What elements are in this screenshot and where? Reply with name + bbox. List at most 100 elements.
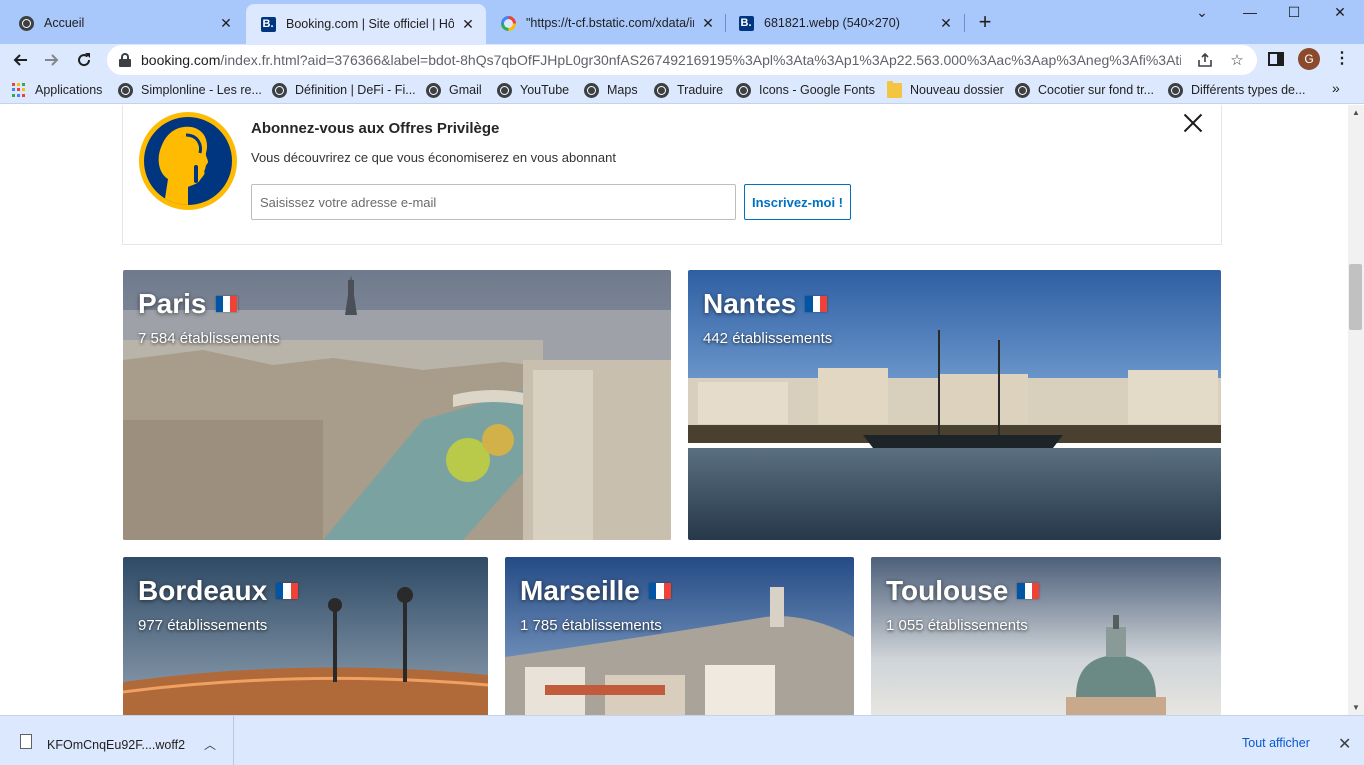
chevron-up-icon[interactable]: ︿ [204, 736, 216, 753]
close-tab-icon[interactable]: ✕ [700, 15, 716, 31]
city-name: Bordeaux [138, 575, 268, 606]
globe-icon [736, 82, 751, 98]
scroll-down-icon[interactable]: ▼ [1350, 703, 1362, 713]
booking-icon: B. [738, 15, 754, 31]
bookmark-gmail[interactable]: Gmail [426, 81, 482, 99]
close-window-button[interactable]: ✕ [1318, 4, 1362, 24]
city-name: Nantes [703, 288, 797, 319]
banner-title: Abonnez-vous aux Offres Privilège [251, 120, 500, 137]
property-count: 1 785 établissements [520, 617, 662, 634]
new-tab-button[interactable]: + [974, 11, 996, 34]
property-count: 977 établissements [138, 617, 268, 634]
bookmark-label: Cocotier sur fond tr... [1038, 83, 1155, 97]
property-count: 1 055 établissements [886, 617, 1028, 634]
destination-card-marseille[interactable]: Marseille 1 785 établissements [505, 557, 854, 715]
google-icon [500, 15, 516, 31]
bookmark-simplonline[interactable]: Simplonline - Les re... [118, 81, 262, 99]
bookmark-label: Icons - Google Fonts [759, 83, 876, 97]
bookmark-label: Simplonline - Les re... [141, 83, 262, 97]
france-flag-icon [276, 583, 299, 599]
banner-subtitle: Vous découvrirez ce que vous économisere… [251, 150, 616, 165]
star-icon[interactable]: ☆ [1228, 51, 1246, 69]
bookmark-definition[interactable]: Définition | DeFi - Fi... [272, 81, 416, 99]
side-panel-icon[interactable] [1268, 52, 1284, 66]
tab-separator [964, 14, 965, 32]
bookmark-label: Gmail [449, 83, 482, 97]
globe-icon [654, 82, 669, 98]
url-text[interactable]: booking.com/index.fr.html?aid=376366&lab… [141, 52, 1181, 68]
page-scrollbar[interactable] [1348, 105, 1364, 715]
close-icon[interactable]: ✕ [1338, 734, 1351, 754]
browser-toolbar: booking.com/index.fr.html?aid=376366&lab… [0, 44, 1364, 76]
bookmark-youtube[interactable]: YouTube [497, 81, 569, 99]
subscribe-button[interactable]: Inscrivez-moi ! [744, 184, 851, 220]
apps-grid-icon [12, 82, 27, 98]
subscription-banner: Abonnez-vous aux Offres Privilège Vous d… [122, 105, 1222, 245]
tab-bstatic[interactable]: "https://t-cf.bstatic.com/xdata/im ✕ [486, 6, 726, 40]
scrollbar-thumb[interactable] [1349, 264, 1362, 330]
close-tab-icon[interactable]: ✕ [460, 16, 476, 32]
bookmark-label: Maps [607, 83, 638, 97]
globe-icon [118, 82, 133, 98]
tab-search-icon[interactable]: ⌄ [1180, 4, 1224, 24]
france-flag-icon [805, 296, 828, 312]
close-icon[interactable] [1181, 111, 1205, 135]
tab-title: 681821.webp (540×270) [764, 16, 900, 30]
city-name: Paris [138, 288, 207, 319]
download-item[interactable]: KFOmCnqEu92F....woff2 ︿ [0, 716, 234, 765]
city-name: Marseille [520, 575, 640, 606]
bookmarks-bar: Applications Simplonline - Les re... Déf… [0, 76, 1364, 104]
tab-webp[interactable]: B. 681821.webp (540×270) ✕ [724, 6, 964, 40]
reload-icon[interactable] [71, 47, 97, 73]
minimize-button[interactable]: — [1228, 4, 1272, 24]
destination-card-paris[interactable]: Paris 7 584 établissements [123, 270, 671, 540]
forward-icon[interactable] [39, 47, 65, 73]
scroll-up-icon[interactable]: ▲ [1350, 108, 1362, 118]
file-icon [20, 734, 32, 749]
bookmarks-overflow-icon[interactable]: » [1332, 80, 1340, 96]
tab-booking[interactable]: B. Booking.com | Site officiel | Hôtel ✕ [246, 4, 486, 44]
france-flag-icon [648, 583, 671, 599]
destination-card-bordeaux[interactable]: Bordeaux 977 établissements [123, 557, 488, 715]
close-tab-icon[interactable]: ✕ [218, 15, 234, 31]
bookmark-label: Nouveau dossier [910, 83, 1004, 97]
show-all-downloads-button[interactable]: Tout afficher [1242, 736, 1310, 750]
email-field[interactable] [251, 184, 736, 220]
city-name: Toulouse [886, 575, 1009, 606]
tab-accueil[interactable]: Accueil ✕ [4, 6, 244, 40]
tab-title: Accueil [44, 16, 85, 30]
globe-icon [426, 82, 441, 98]
bookmark-label: Applications [35, 83, 103, 97]
back-icon[interactable] [7, 47, 33, 73]
bookmark-cocotier[interactable]: Cocotier sur fond tr... [1015, 81, 1154, 99]
lock-icon[interactable] [119, 53, 131, 67]
france-flag-icon [215, 296, 238, 312]
property-count: 7 584 établissements [138, 330, 280, 347]
bookmark-label: Traduire [677, 83, 724, 97]
property-count: 442 établissements [703, 330, 833, 347]
bookmark-label: Différents types de... [1191, 83, 1306, 97]
globe-icon [1015, 82, 1030, 98]
bookmark-differents-types[interactable]: Différents types de... [1168, 81, 1305, 99]
maximize-button[interactable]: ☐ [1272, 4, 1316, 24]
globe-icon [272, 82, 287, 98]
avatar[interactable]: G [1298, 48, 1320, 70]
bookmark-nouveau-dossier[interactable]: Nouveau dossier [887, 80, 1004, 99]
bookmark-icons-google-fonts[interactable]: Icons - Google Fonts [736, 81, 875, 99]
bookmark-traduire[interactable]: Traduire [654, 81, 723, 99]
destination-card-toulouse[interactable]: Toulouse 1 055 établissements [871, 557, 1221, 715]
chrome-menu-icon[interactable]: ⋮ [1332, 48, 1352, 70]
destination-card-nantes[interactable]: Nantes 442 établissements [688, 270, 1221, 540]
tab-title: Booking.com | Site officiel | Hôtel [286, 17, 454, 31]
france-flag-icon [1017, 583, 1040, 599]
bookmark-applications[interactable]: Applications [12, 81, 102, 99]
close-tab-icon[interactable]: ✕ [938, 15, 954, 31]
share-icon[interactable] [1196, 51, 1214, 69]
download-file-name: KFOmCnqEu92F....woff2 [47, 738, 186, 752]
globe-icon [497, 82, 512, 98]
page-viewport: Abonnez-vous aux Offres Privilège Vous d… [0, 105, 1348, 715]
tab-title: "https://t-cf.bstatic.com/xdata/im [526, 16, 694, 30]
address-bar[interactable]: booking.com/index.fr.html?aid=376366&lab… [107, 45, 1257, 75]
tab-strip: Accueil ✕ B. Booking.com | Site officiel… [0, 0, 1364, 44]
bookmark-maps[interactable]: Maps [584, 81, 638, 99]
